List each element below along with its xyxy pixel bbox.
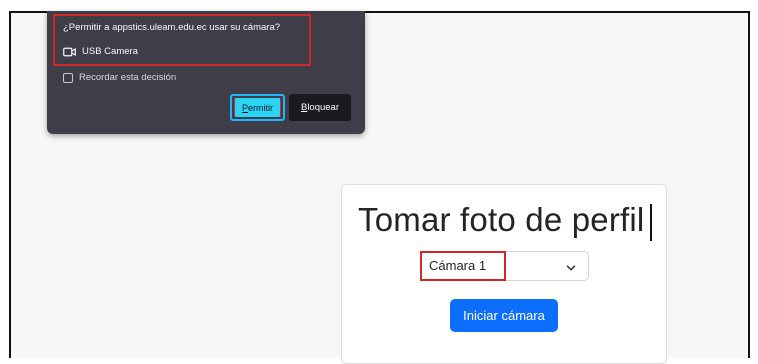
permission-question: ¿Permitir a appstics.uleam.edu.ec usar s… [63, 22, 281, 33]
page-title: Tomar foto de perfil [358, 201, 645, 238]
remember-label: Recordar esta decisión [79, 72, 177, 83]
remember-decision[interactable]: Recordar esta decisión [63, 72, 176, 83]
permission-device: USB Camera [63, 46, 138, 57]
device-name: USB Camera [82, 46, 138, 57]
chevron-down-icon[interactable] [566, 260, 576, 271]
start-camera-label: Iniciar cámara [463, 308, 545, 323]
camera-select-value: Cámara 1 [429, 258, 487, 273]
camera-icon [63, 47, 76, 57]
camera-permission-popup: ¿Permitir a appstics.uleam.edu.ec usar s… [47, 11, 365, 134]
allow-button-face[interactable]: Permitir [234, 98, 281, 117]
text-cursor [650, 204, 652, 241]
remember-checkbox[interactable] [63, 72, 73, 83]
allow-button[interactable]: Permitir [230, 94, 285, 121]
block-button[interactable]: Bloquear [289, 94, 351, 121]
start-camera-button[interactable]: Iniciar cámara [450, 299, 558, 332]
block-button-label: Bloquear [300, 102, 340, 113]
allow-button-label: Permitir [241, 102, 273, 113]
